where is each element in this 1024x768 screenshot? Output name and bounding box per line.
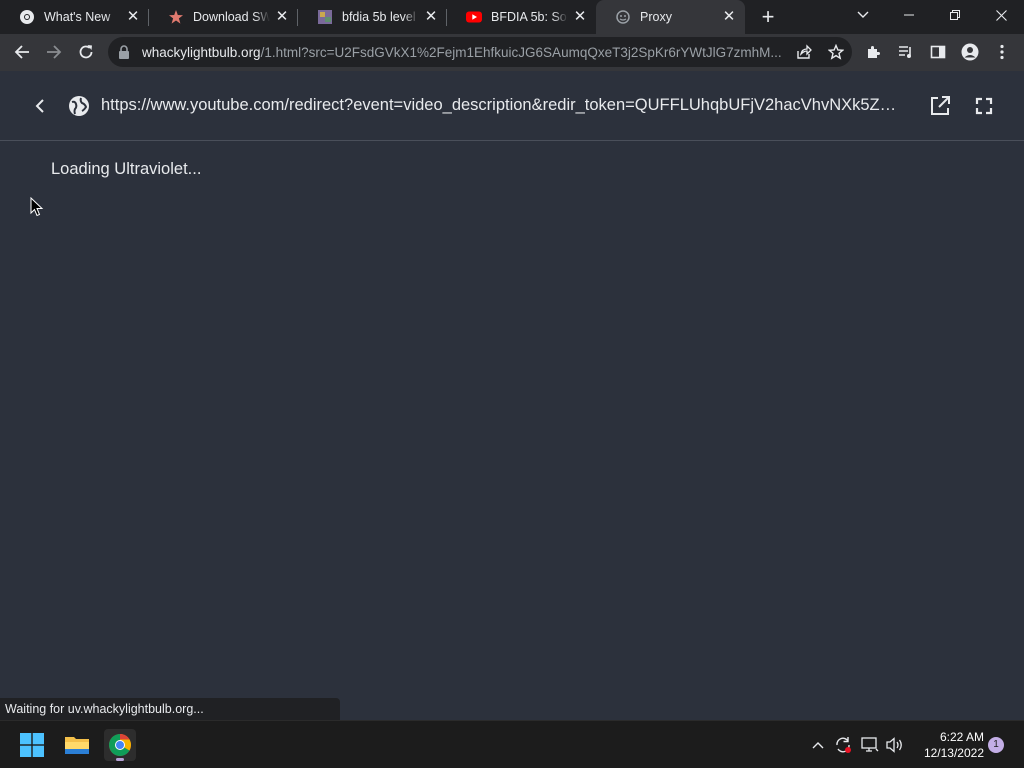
tab-download-swf[interactable]: Download SWF ✕ xyxy=(149,0,298,34)
minimize-button[interactable] xyxy=(886,0,932,30)
globe-icon xyxy=(67,94,91,118)
close-tab-icon[interactable]: ✕ xyxy=(423,9,439,25)
profile-button[interactable] xyxy=(954,36,986,68)
youtube-icon xyxy=(466,9,482,25)
notification-badge[interactable]: 1 xyxy=(988,737,1004,753)
running-indicator xyxy=(116,758,124,761)
lock-icon[interactable] xyxy=(118,45,132,59)
volume-icon[interactable] xyxy=(886,735,904,755)
proxy-back-button[interactable] xyxy=(28,94,52,118)
taskbar: 6:22 AM 12/13/2022 1 xyxy=(0,720,1024,768)
chrome-taskbar-button[interactable] xyxy=(104,729,136,761)
show-hidden-icons-button[interactable] xyxy=(812,735,824,755)
browser-toolbar: whackylightbulb.org/1.html?src=U2FsdGVkX… xyxy=(0,34,1024,71)
address-url: whackylightbulb.org/1.html?src=U2FsdGVkX… xyxy=(142,45,788,60)
tab-proxy[interactable]: Proxy ✕ xyxy=(596,0,745,34)
folder-icon xyxy=(65,737,89,754)
url-host: whackylightbulb.org xyxy=(142,44,261,60)
side-panel-icon xyxy=(930,45,946,59)
fullscreen-icon xyxy=(975,97,993,115)
chrome-icon xyxy=(19,9,35,25)
close-tab-icon[interactable]: ✕ xyxy=(572,9,588,25)
chevron-left-icon xyxy=(35,99,44,113)
reload-button[interactable] xyxy=(70,36,102,68)
close-tab-icon[interactable]: ✕ xyxy=(274,9,290,25)
menu-button[interactable] xyxy=(986,36,1018,68)
address-bar[interactable]: whackylightbulb.org/1.html?src=U2FsdGVkX… xyxy=(108,37,852,67)
tab-title: BFDIA 5b: Some xyxy=(491,10,568,24)
media-control-button[interactable] xyxy=(890,36,922,68)
toolbar-actions xyxy=(858,36,1018,68)
star-outline-icon xyxy=(828,44,844,60)
clock-time: 6:22 AM xyxy=(939,730,984,744)
forward-button[interactable] xyxy=(38,36,70,68)
arrow-left-icon xyxy=(14,45,29,59)
clock-date: 12/13/2022 xyxy=(923,746,984,760)
chrome-icon xyxy=(109,734,131,756)
tab-search-button[interactable] xyxy=(846,0,880,30)
tab-title: Download SWF xyxy=(193,10,270,24)
open-external-button[interactable] xyxy=(928,94,952,118)
loading-message: Loading Ultraviolet... xyxy=(51,160,202,178)
sync-status-icon[interactable] xyxy=(834,735,852,755)
new-tab-button[interactable]: + xyxy=(751,0,785,34)
reload-icon xyxy=(79,45,93,59)
chevron-up-icon xyxy=(812,742,824,749)
status-bubble: Waiting for uv.whackylightbulb.org... xyxy=(0,698,340,720)
tab-title: Proxy xyxy=(640,10,672,24)
kebab-menu-icon xyxy=(1000,44,1004,60)
fullscreen-button[interactable] xyxy=(972,94,996,118)
side-panel-button[interactable] xyxy=(922,36,954,68)
proxy-url[interactable]: https://www.youtube.com/redirect?event=v… xyxy=(101,96,909,115)
restore-button[interactable] xyxy=(932,0,978,30)
tab-strip: What's New ✕ Download SWF ✕ bfdia 5b lev… xyxy=(0,0,1024,34)
bookmark-button[interactable] xyxy=(820,44,852,60)
chevron-down-icon xyxy=(857,11,869,18)
share-icon xyxy=(797,44,812,59)
url-path: /1.html?src=U2FsdGVkX1%2Fejm1EhfkuicJG6S… xyxy=(260,44,782,60)
back-button[interactable] xyxy=(6,36,38,68)
network-icon[interactable] xyxy=(861,735,879,755)
windows-logo-icon xyxy=(20,733,44,757)
playlist-icon xyxy=(899,46,911,58)
start-button[interactable] xyxy=(16,729,48,761)
tab-whats-new[interactable]: What's New ✕ xyxy=(0,0,149,34)
puzzle-icon xyxy=(868,46,880,58)
close-window-button[interactable] xyxy=(978,0,1024,30)
proxy-icon xyxy=(615,9,631,25)
tab-title: What's New xyxy=(44,10,111,24)
mouse-cursor-icon xyxy=(30,196,44,222)
open-in-new-icon xyxy=(931,96,950,115)
file-explorer-button[interactable] xyxy=(61,729,93,761)
tab-title: bfdia 5b level pa xyxy=(342,10,419,24)
tab-bfdia-level[interactable]: bfdia 5b level pa ✕ xyxy=(298,0,447,34)
share-button[interactable] xyxy=(788,44,820,60)
close-tab-icon[interactable]: ✕ xyxy=(721,9,737,25)
close-tab-icon[interactable]: ✕ xyxy=(125,9,141,25)
extensions-button[interactable] xyxy=(858,36,890,68)
profile-icon xyxy=(961,43,979,61)
tab-bfdia-youtube[interactable]: BFDIA 5b: Some ✕ xyxy=(447,0,596,34)
proxy-nav-bar: https://www.youtube.com/redirect?event=v… xyxy=(0,71,1024,141)
page-content: https://www.youtube.com/redirect?event=v… xyxy=(0,71,1024,720)
image-thumb-icon xyxy=(317,9,333,25)
arrow-right-icon xyxy=(47,45,62,59)
star-icon xyxy=(168,9,184,25)
system-clock[interactable]: 6:22 AM 12/13/2022 xyxy=(912,729,984,761)
window-controls xyxy=(886,0,1024,30)
